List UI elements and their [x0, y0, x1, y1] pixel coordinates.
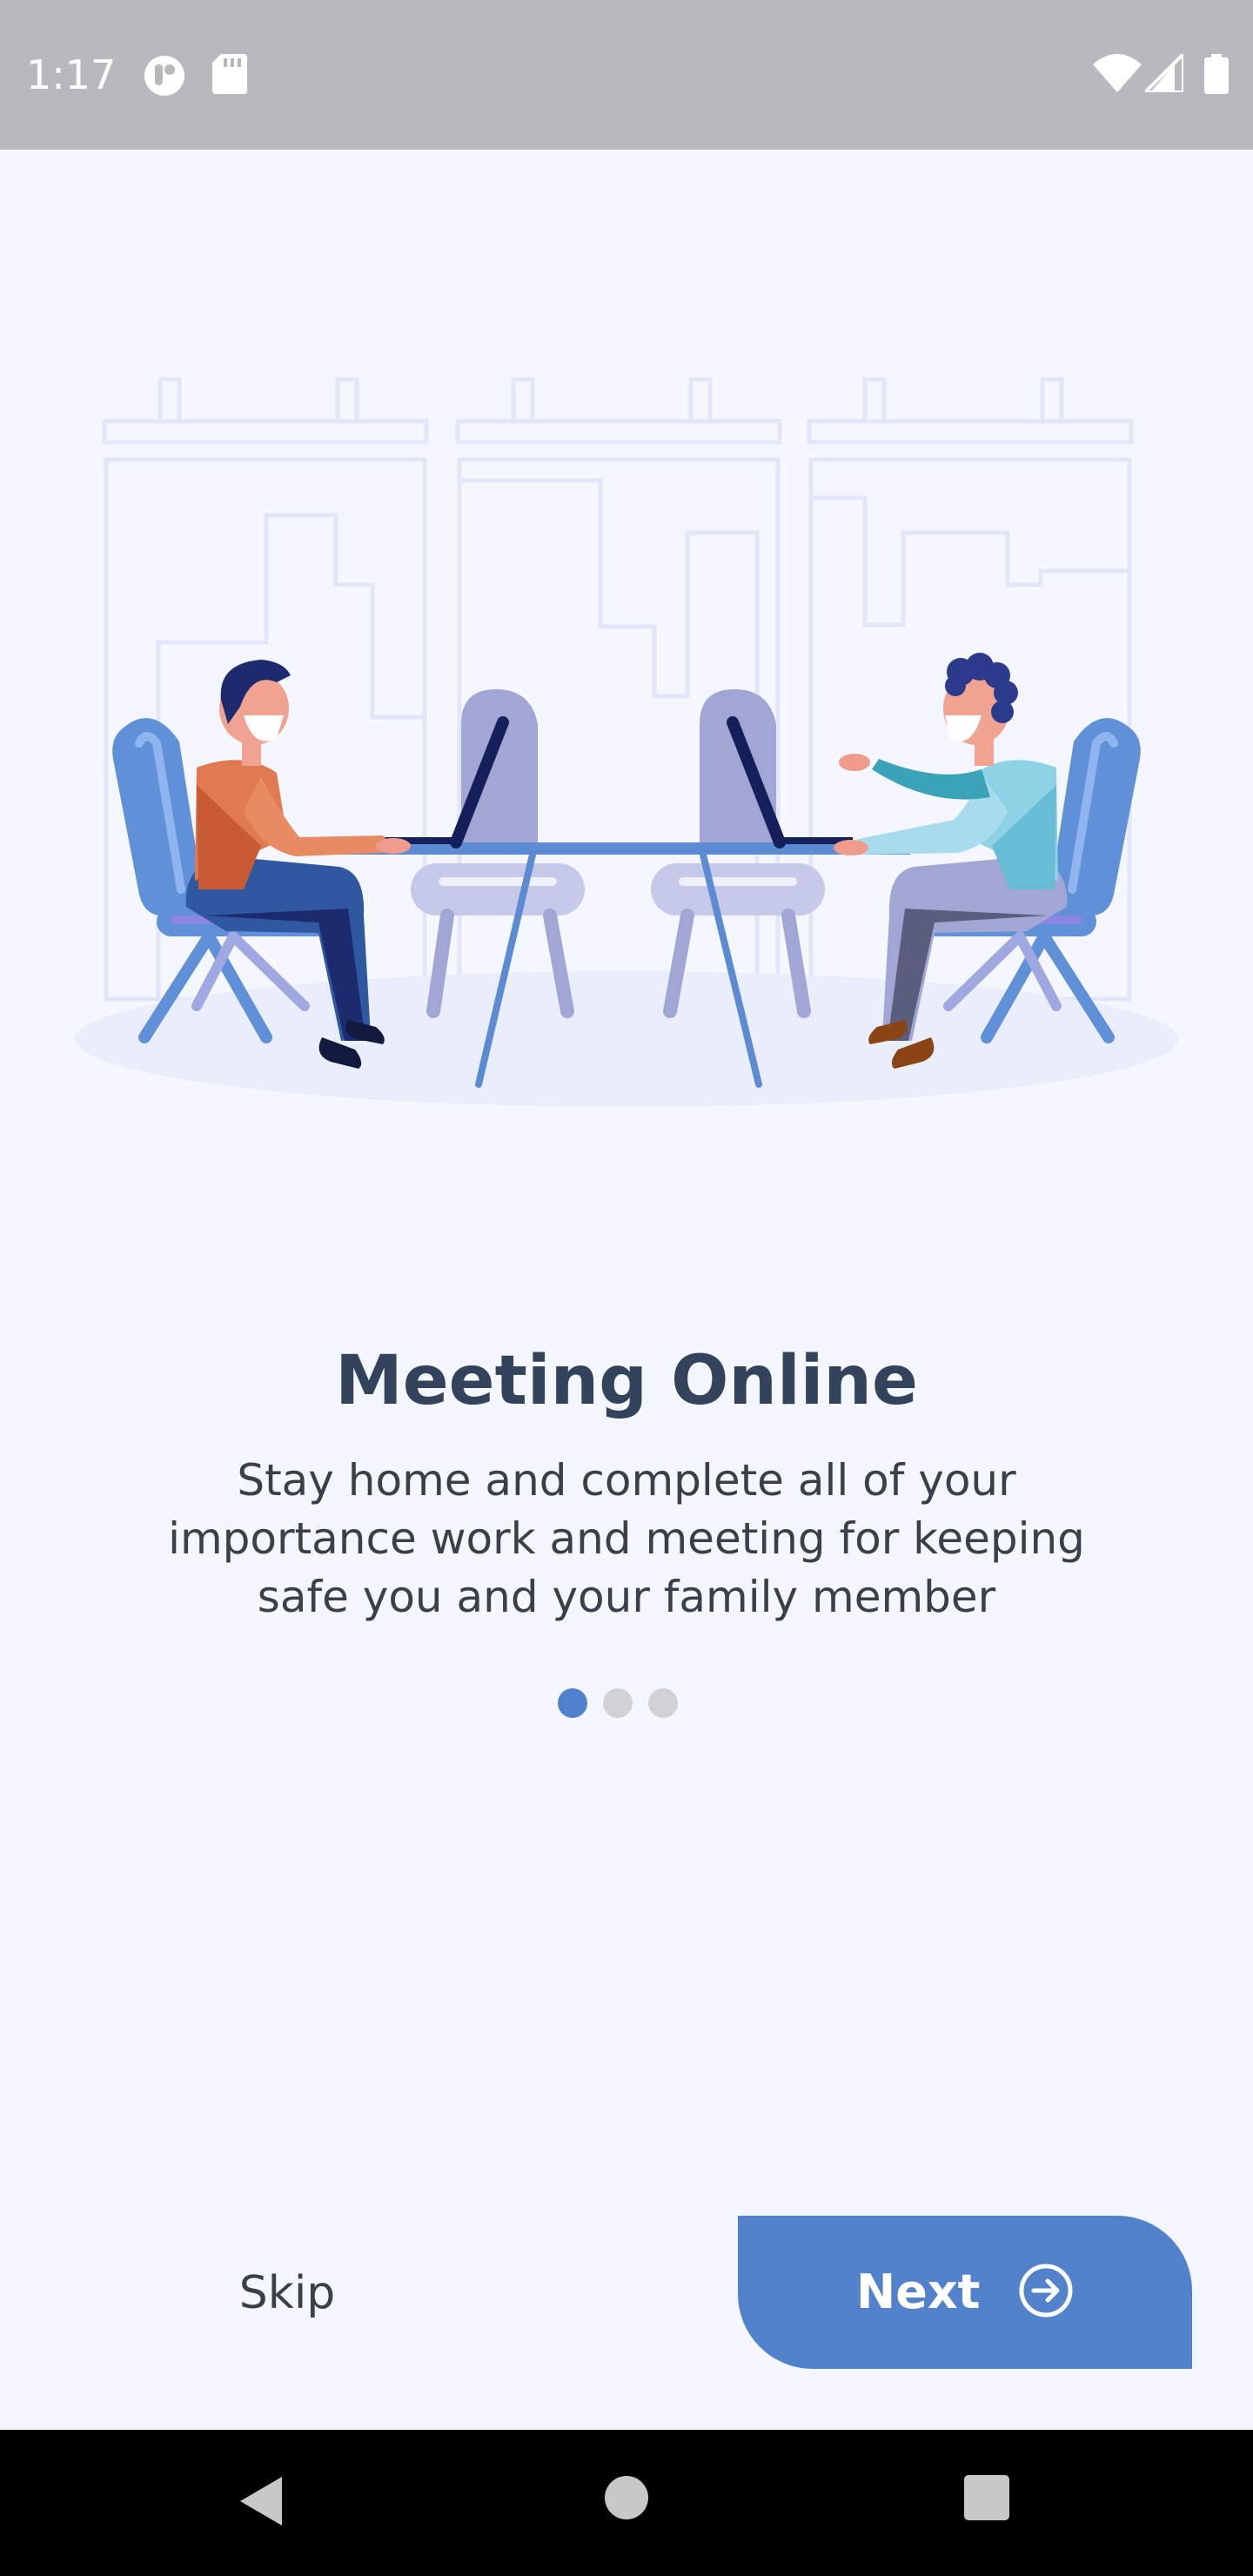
description-line: importance work and meeting for keeping: [168, 1513, 1085, 1564]
status-time: 1:17: [26, 51, 117, 98]
status-bar: 1:17: [0, 0, 1253, 150]
skip-button[interactable]: Skip: [191, 2254, 383, 2332]
recents-icon[interactable]: [964, 2475, 1009, 2520]
system-nav-bar: [0, 2430, 1253, 2576]
page-dot[interactable]: [603, 1688, 633, 1718]
home-icon[interactable]: [604, 2475, 649, 2520]
page-indicator: [0, 1688, 1253, 1723]
page-dot[interactable]: [648, 1688, 678, 1718]
back-icon[interactable]: [238, 2475, 284, 2527]
description-line: Stay home and complete all of your: [237, 1455, 1016, 1506]
notification-app-icon: [144, 56, 184, 96]
battery-icon: [1204, 54, 1229, 94]
next-button[interactable]: Next: [738, 2216, 1192, 2369]
page-description: Stay home and complete all of your impor…: [157, 1452, 1096, 1627]
sd-card-icon: [212, 54, 247, 94]
meeting-illustration: [75, 377, 1178, 1107]
description-line: safe you and your family member: [257, 1572, 996, 1622]
wifi-icon: [1093, 54, 1142, 92]
arrow-right-circle-icon: [1019, 2264, 1073, 2318]
next-button-label: Next: [856, 2264, 981, 2319]
page-dot-active[interactable]: [558, 1688, 587, 1718]
cell-signal-icon: [1145, 54, 1183, 92]
page-title: Meeting Online: [335, 1342, 918, 1420]
